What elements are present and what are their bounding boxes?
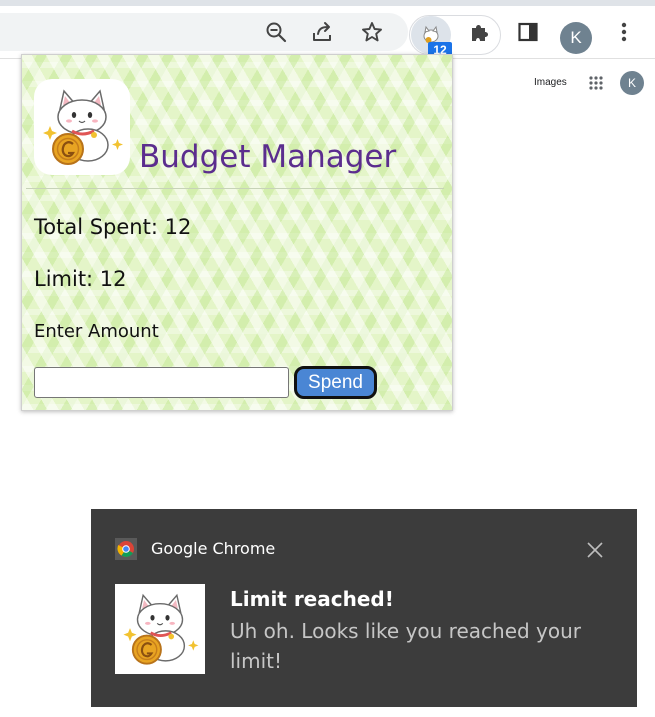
budget-manager-popup: Budget Manager Total Spent: 12 Limit: 12…: [21, 54, 453, 411]
puzzle-icon[interactable]: [464, 16, 496, 48]
screen: 12 K Images K Budget Manager Total Spent…: [0, 0, 655, 717]
limit-text: Limit: 12: [34, 267, 127, 291]
header-divider: [26, 188, 444, 189]
more-vert-icon[interactable]: [608, 16, 640, 48]
notification-message: Uh oh. Looks like you reached your limit…: [230, 619, 582, 673]
chrome-logo-icon: [115, 538, 137, 560]
images-link[interactable]: Images: [534, 77, 567, 88]
spend-button[interactable]: Spend: [294, 366, 377, 399]
notification-title: Limit reached!: [230, 587, 394, 611]
google-account-avatar[interactable]: K: [620, 71, 644, 95]
popup-title: Budget Manager: [139, 139, 397, 175]
total-spent-text: Total Spent: 12: [34, 215, 192, 239]
amount-label: Enter Amount: [34, 321, 159, 342]
side-panel-icon[interactable]: [512, 16, 544, 48]
chrome-notification[interactable]: Google Chrome Limit reached! Uh oh. Look…: [91, 509, 637, 707]
share-icon[interactable]: [307, 16, 339, 48]
bookmark-star-icon[interactable]: [356, 16, 388, 48]
amount-input[interactable]: [34, 367, 289, 398]
cat-coin-logo: [34, 79, 130, 175]
profile-avatar[interactable]: K: [560, 22, 592, 54]
address-bar[interactable]: [0, 13, 408, 51]
google-apps-icon[interactable]: [588, 75, 604, 91]
notification-cat-image: [115, 584, 205, 674]
browser-toolbar: 12 K: [0, 6, 655, 58]
zoom-out-icon[interactable]: [260, 16, 292, 48]
notification-app-name: Google Chrome: [151, 539, 276, 558]
close-icon[interactable]: [584, 539, 606, 561]
